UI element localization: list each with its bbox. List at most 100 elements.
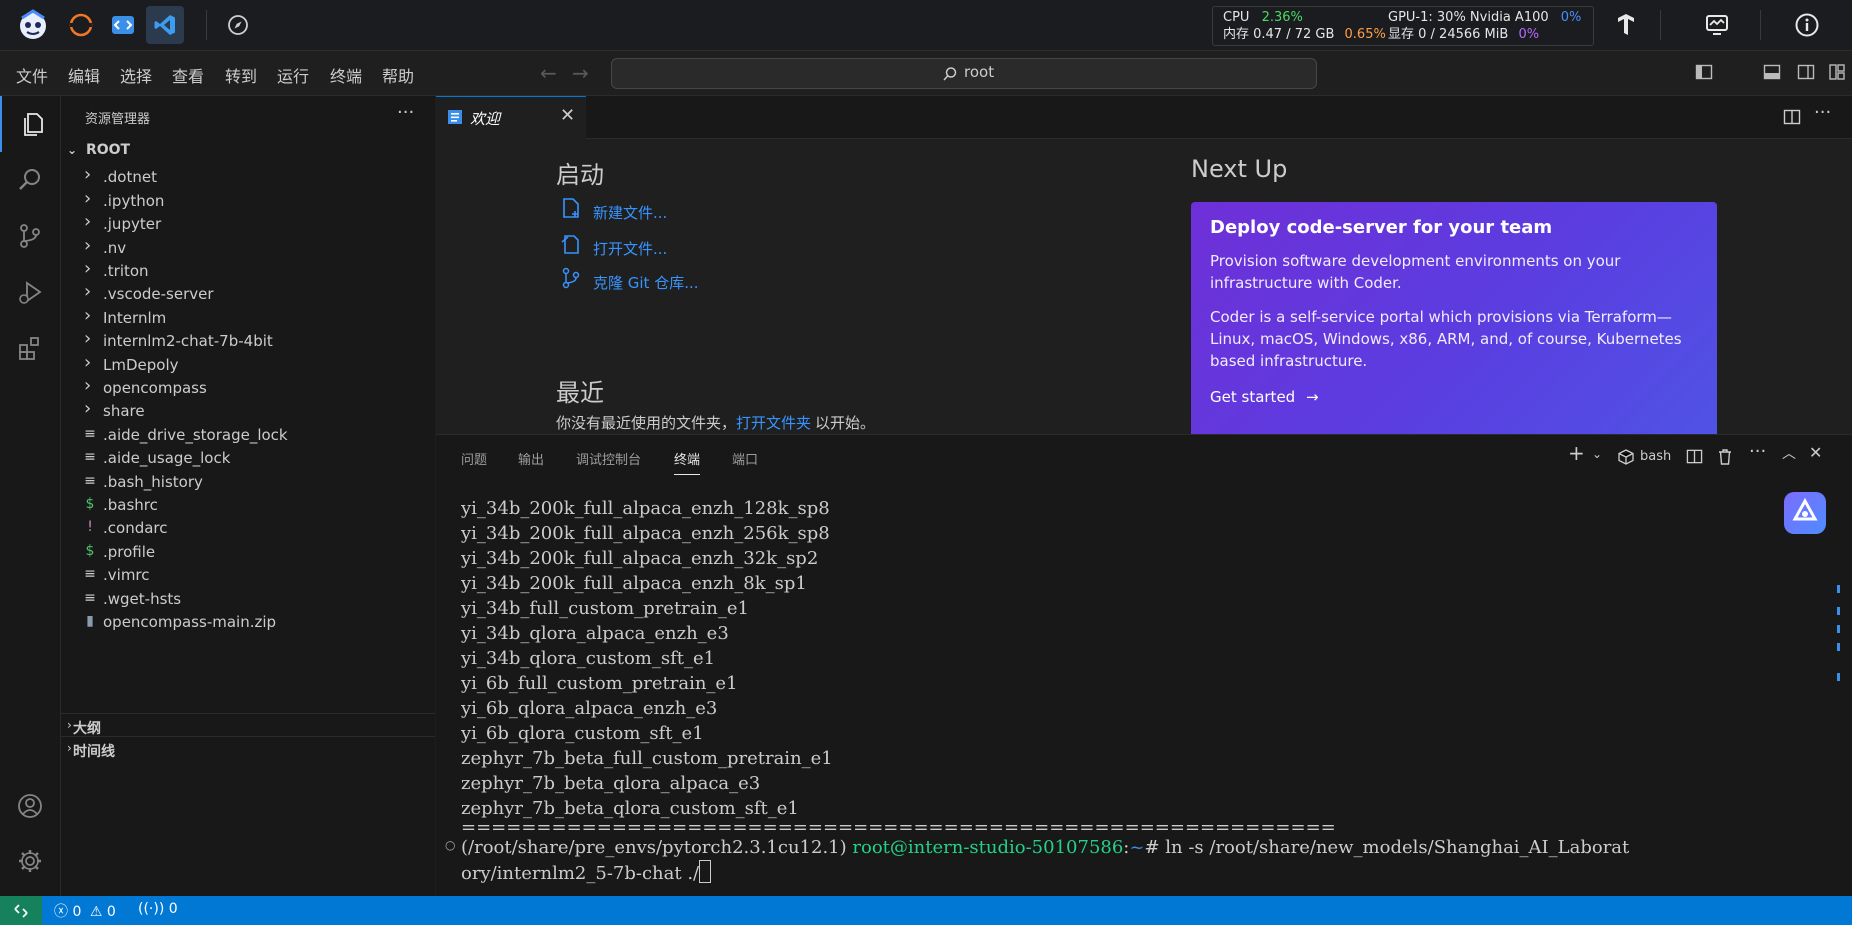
extensions-icon[interactable] <box>0 320 60 376</box>
code-editor-icon[interactable] <box>104 6 142 44</box>
panel-more-actions-icon[interactable]: ··· <box>1749 441 1766 462</box>
menu-edit[interactable]: 编辑 <box>68 63 100 87</box>
close-panel-icon[interactable]: ✕ <box>1809 443 1822 462</box>
run-debug-icon[interactable] <box>0 264 60 320</box>
coder-promo-card[interactable]: Deploy code-server for your team Provisi… <box>1191 202 1717 434</box>
terminal-line: zephyr_7b_beta_qlora_alpaca_e3 <box>461 773 761 794</box>
ports-indicator[interactable]: ((·)) 0 <box>138 901 178 917</box>
split-editor-icon[interactable] <box>1783 108 1801 130</box>
menu-run[interactable]: 运行 <box>277 63 309 87</box>
maximize-panel-icon[interactable]: ︿ <box>1782 443 1796 463</box>
jupyter-icon[interactable] <box>62 6 100 44</box>
root-folder-label: ROOT <box>85 142 131 158</box>
search-icon[interactable] <box>0 152 60 208</box>
more-actions-icon[interactable]: ··· <box>397 102 414 123</box>
arrow-right-icon: → <box>1305 388 1319 406</box>
bottom-panel: 问题 输出 调试控制台 终端 端口 + ⌄ bash ··· ︿ ✕ yi_34… <box>436 434 1852 897</box>
tab-debug-console[interactable]: 调试控制台 <box>576 449 641 468</box>
menu-go[interactable]: 转到 <box>225 63 257 87</box>
terminal-prompt-continuation: ory/internlm2_5-7b-chat ./ <box>461 860 1831 885</box>
chevron-down-icon: ⌄ <box>67 143 78 157</box>
start-heading: 启动 <box>556 161 604 189</box>
monitor-icon[interactable] <box>1698 6 1736 44</box>
terminal-line: ========================================… <box>461 821 1336 835</box>
toggle-secondary-sidebar-icon[interactable] <box>1797 63 1815 85</box>
explorer-icon[interactable] <box>0 96 62 152</box>
vram-value: 0% <box>1518 27 1540 42</box>
tree-item-label: share <box>103 402 145 421</box>
new-file-icon <box>563 198 579 218</box>
command-center-label: root <box>964 63 995 81</box>
remote-icon <box>14 903 28 918</box>
toggle-panel-icon[interactable] <box>1763 63 1781 85</box>
toggle-sidebar-icon[interactable] <box>1695 63 1713 85</box>
welcome-page: 启动 新建文件... 打开文件... 克隆 Git 仓库... 最近 你没有最近… <box>436 139 1852 434</box>
terminal-output[interactable]: yi_34b_200k_full_alpaca_enzh_128k_sp8 yi_… <box>445 496 1831 885</box>
error-count: 0 <box>72 904 82 920</box>
menu-selection[interactable]: 选择 <box>120 63 152 87</box>
chevron-down-icon[interactable]: ⌄ <box>1592 447 1602 461</box>
get-started-label: Get started <box>1210 388 1296 406</box>
split-terminal-icon[interactable] <box>1686 448 1703 465</box>
close-icon[interactable]: ✕ <box>560 105 575 126</box>
problems-indicator[interactable]: ⓧ 0 ⚠ 0 <box>54 901 116 921</box>
back-arrow-icon[interactable]: ← <box>540 61 557 85</box>
prompt-user: root@intern-studio-50107586 <box>852 837 1124 858</box>
trash-icon[interactable] <box>1717 448 1733 465</box>
vscode-icon[interactable] <box>146 6 184 44</box>
terminal-line: yi_6b_qlora_alpaca_enzh_e3 <box>461 698 718 719</box>
terminal-shell-label[interactable]: bash <box>1640 449 1671 464</box>
timeline-section[interactable]: › 时间线 <box>61 736 435 763</box>
resource-monitor: CPU 2.36% 内存 0.47 / 72 GB 0.65% GPU-1: 3… <box>1212 6 1594 46</box>
menu-view[interactable]: 查看 <box>172 63 204 87</box>
warning-icon: ⚠ <box>89 904 103 920</box>
tensorflow-icon[interactable] <box>1607 6 1645 44</box>
recent-text-before: 你没有最近使用的文件夹， <box>556 414 737 432</box>
activity-bar <box>0 96 61 896</box>
tab-ports[interactable]: 端口 <box>732 449 758 468</box>
prompt-command-continuation: ory/internlm2_5-7b-chat ./ <box>461 863 700 884</box>
new-terminal-icon[interactable]: + <box>1568 441 1585 465</box>
git-clone-icon <box>562 267 580 289</box>
forward-arrow-icon[interactable]: → <box>572 61 589 85</box>
info-icon[interactable] <box>1788 6 1826 44</box>
source-control-icon[interactable] <box>0 208 60 264</box>
get-started-link[interactable]: Get started → <box>1210 388 1319 406</box>
menu-terminal[interactable]: 终端 <box>330 63 362 87</box>
broadcast-icon: ((·)) <box>138 901 165 917</box>
open-file-link[interactable]: 打开文件... <box>593 238 667 259</box>
root-folder-header[interactable]: ⌄ ROOT <box>67 142 130 158</box>
terminal-line: yi_34b_200k_full_alpaca_enzh_32k_sp2 <box>461 548 819 569</box>
promo-title: Deploy code-server for your team <box>1210 217 1553 238</box>
tab-output[interactable]: 输出 <box>518 449 544 468</box>
tab-welcome[interactable]: 欢迎 ✕ <box>436 96 586 139</box>
new-file-link[interactable]: 新建文件... <box>593 202 667 223</box>
menu-file[interactable]: 文件 <box>16 63 48 87</box>
intern-studio-logo[interactable] <box>14 6 52 44</box>
settings-gear-icon[interactable] <box>0 833 60 889</box>
prompt-path: ~ <box>1129 837 1145 858</box>
clone-repo-link[interactable]: 克隆 Git 仓库... <box>593 272 699 293</box>
file-file-icon: ≡ <box>84 566 96 583</box>
command-center-search[interactable]: root <box>611 58 1317 89</box>
search-icon <box>943 67 957 81</box>
menu-help[interactable]: 帮助 <box>382 63 414 87</box>
file-file-icon: ≡ <box>84 449 96 466</box>
file-row[interactable]: ▮ opencompass-main.zip <box>61 610 435 637</box>
file-file-icon: ≡ <box>84 589 96 606</box>
tree-item-label: opencompass-main.zip <box>103 613 277 631</box>
chevron-right-icon: › <box>84 234 92 256</box>
terminal-line: yi_34b_full_custom_pretrain_e1 <box>461 598 749 619</box>
account-icon[interactable] <box>0 778 60 834</box>
tab-problems[interactable]: 问题 <box>461 449 487 468</box>
open-folder-link[interactable]: 打开文件夹 <box>736 414 811 432</box>
tree-item-label: .triton <box>103 262 149 280</box>
terminal-line: yi_34b_200k_full_alpaca_enzh_8k_sp1 <box>461 573 807 594</box>
editor-more-actions-icon[interactable]: ··· <box>1814 102 1831 123</box>
compass-icon[interactable] <box>219 6 257 44</box>
terminal-line: yi_34b_200k_full_alpaca_enzh_128k_sp8 <box>461 498 830 519</box>
customize-layout-icon[interactable] <box>1828 63 1846 85</box>
tab-terminal[interactable]: 终端 <box>674 449 701 475</box>
chevron-right-icon: › <box>84 281 92 303</box>
remote-indicator[interactable] <box>0 896 42 925</box>
